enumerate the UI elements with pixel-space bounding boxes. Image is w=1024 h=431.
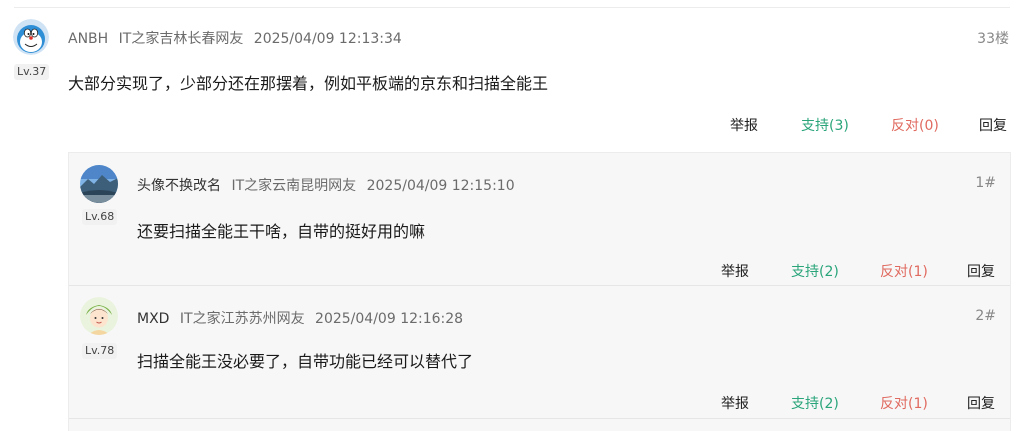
floor-number: 2#: [975, 308, 996, 324]
reply-button[interactable]: 回复: [979, 115, 1007, 135]
reply-item: Lv.68 头像不换改名 IT之家云南昆明网友 2025/04/09 12:15…: [69, 153, 1010, 285]
user-location: IT之家云南昆明网友: [231, 178, 357, 194]
floor-number: 1#: [975, 175, 996, 191]
user-avatar[interactable]: [13, 19, 49, 55]
support-button[interactable]: 支持(2): [791, 393, 839, 413]
floor-number: 33楼: [977, 31, 1009, 47]
comment-content: 还要扫描全能王干啥，自带的挺好用的嘛: [137, 222, 426, 241]
oppose-button[interactable]: 反对(0): [891, 115, 939, 135]
oppose-button[interactable]: 反对(1): [880, 261, 928, 281]
user-level-badge: Lv.37: [14, 64, 50, 80]
comment-meta: MXD IT之家江苏苏州网友 2025/04/09 12:16:28: [137, 308, 463, 328]
comment-meta: 头像不换改名 IT之家云南昆明网友 2025/04/09 12:15:10: [137, 175, 515, 195]
comment-content: 大部分实现了，少部分还在那摆着，例如平板端的京东和扫描全能王: [68, 74, 549, 93]
comment-time: 2025/04/09 12:16:28: [315, 311, 464, 327]
doraemon-avatar-icon: [13, 19, 49, 55]
user-level-badge: Lv.78: [82, 343, 118, 359]
user-location: IT之家吉林长春网友: [118, 31, 244, 47]
username-link[interactable]: MXD: [137, 311, 169, 327]
reply-divider: [69, 418, 1010, 419]
comment-content: 扫描全能王没必要了，自带功能已经可以替代了: [137, 352, 474, 371]
comment-time: 2025/04/09 12:15:10: [366, 178, 515, 194]
username-link[interactable]: 头像不换改名: [137, 178, 221, 194]
user-level-badge: Lv.68: [82, 209, 118, 225]
reply-button[interactable]: 回复: [967, 261, 995, 281]
replies-panel: Lv.68 头像不换改名 IT之家云南昆明网友 2025/04/09 12:15…: [68, 152, 1011, 431]
user-location: IT之家江苏苏州网友: [179, 311, 305, 327]
comment-meta: ANBH IT之家吉林长春网友 2025/04/09 12:13:34: [68, 28, 402, 48]
support-button[interactable]: 支持(2): [791, 261, 839, 281]
landscape-avatar-icon: [80, 165, 118, 203]
reply-item: Lv.78 MXD IT之家江苏苏州网友 2025/04/09 12:16:28…: [69, 286, 1010, 418]
user-avatar[interactable]: [80, 165, 118, 203]
reply-button[interactable]: 回复: [967, 393, 995, 413]
oppose-button[interactable]: 反对(1): [880, 393, 928, 413]
report-button[interactable]: 举报: [730, 115, 758, 135]
username-link[interactable]: ANBH: [68, 31, 108, 47]
cartoon-girl-avatar-icon: [80, 297, 118, 335]
user-avatar[interactable]: [80, 297, 118, 335]
report-button[interactable]: 举报: [721, 261, 749, 281]
report-button[interactable]: 举报: [721, 393, 749, 413]
support-button[interactable]: 支持(3): [801, 115, 849, 135]
comment-time: 2025/04/09 12:13:34: [253, 31, 402, 47]
